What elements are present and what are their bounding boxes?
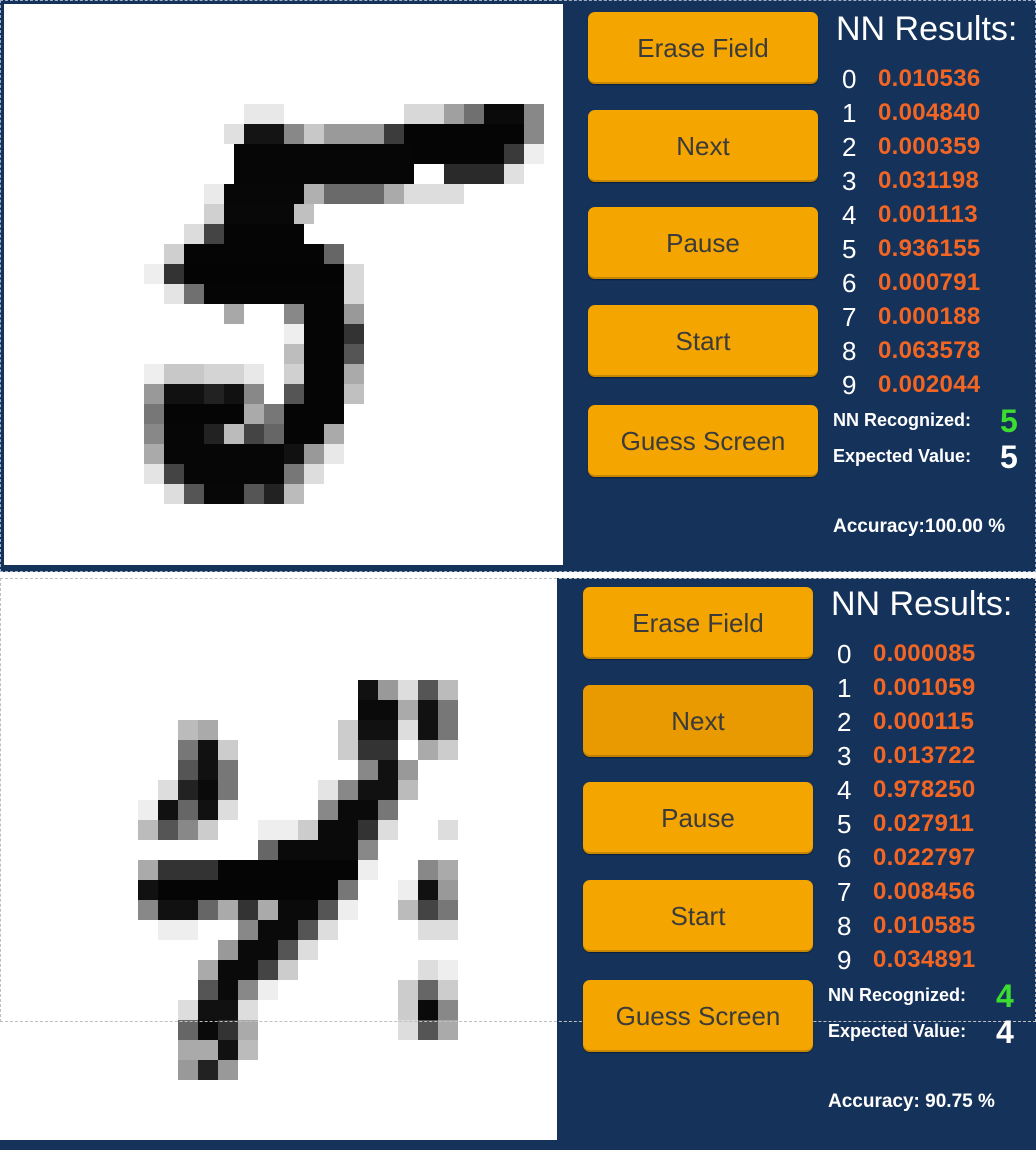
accuracy-text: Accuracy: 90.75 % <box>828 1091 995 1112</box>
result-row-6: 6 0.022797 <box>837 841 976 875</box>
result-row-4: 4 0.001113 <box>842 198 978 232</box>
probability-value: 0.000188 <box>878 303 981 330</box>
result-row-6: 6 0.000791 <box>842 266 981 300</box>
pause-button[interactable]: Pause <box>583 782 813 854</box>
digit-label: 2 <box>837 706 852 737</box>
probability-value: 0.004840 <box>878 99 981 126</box>
digit-label: 6 <box>842 267 857 298</box>
probability-value: 0.001113 <box>878 201 978 228</box>
probability-value: 0.000085 <box>873 640 976 667</box>
results-title: NN Results: <box>836 10 1018 48</box>
probability-value: 0.978250 <box>873 776 976 803</box>
digit-label: 7 <box>837 876 852 907</box>
nn-recognized-value: 4 <box>996 978 1014 1014</box>
nn-panel-2: Erase Field Next Pause Start Guess Scree… <box>0 578 1036 1150</box>
probability-value: 0.063578 <box>878 337 981 364</box>
digit-label: 2 <box>842 131 857 162</box>
expected-value-label: Expected Value: <box>828 1021 967 1041</box>
probability-value: 0.010536 <box>878 65 981 92</box>
digit-label: 5 <box>842 233 857 264</box>
result-row-1: 1 0.001059 <box>837 671 976 705</box>
probability-value: 0.000791 <box>878 269 981 296</box>
digit-4-drawing <box>138 680 458 1080</box>
result-row-8: 8 0.063578 <box>842 334 981 368</box>
next-button[interactable]: Next <box>588 110 818 182</box>
result-row-4: 4 0.978250 <box>837 773 976 807</box>
result-row-7: 7 0.008456 <box>837 875 976 909</box>
result-row-9: 9 0.002044 <box>842 368 981 402</box>
result-row-0: 0 0.010536 <box>842 62 981 96</box>
result-row-9: 9 0.034891 <box>837 943 976 977</box>
pause-button[interactable]: Pause <box>588 207 818 279</box>
probability-value: 0.022797 <box>873 844 976 871</box>
digit-label: 5 <box>837 808 852 839</box>
probability-value: 0.002044 <box>878 371 981 398</box>
digit-label: 0 <box>842 63 857 94</box>
result-row-2: 2 0.000115 <box>837 705 974 739</box>
result-row-7: 7 0.000188 <box>842 300 981 334</box>
probability-value: 0.010585 <box>873 912 976 939</box>
erase-field-button[interactable]: Erase Field <box>588 12 818 84</box>
probability-value: 0.027911 <box>873 810 975 837</box>
digit-label: 4 <box>837 774 852 805</box>
digit-label: 7 <box>842 301 857 332</box>
probability-value: 0.001059 <box>873 674 976 701</box>
result-row-5: 5 0.027911 <box>837 807 974 841</box>
drawing-canvas[interactable] <box>4 4 563 565</box>
start-button[interactable]: Start <box>588 305 818 377</box>
probability-value: 0.936155 <box>878 235 981 262</box>
nn-recognized-label: NN Recognized: <box>833 410 972 430</box>
result-row-8: 8 0.010585 <box>837 909 976 943</box>
probability-value: 0.034891 <box>873 946 976 973</box>
nn-recognized-value: 5 <box>1000 403 1018 439</box>
expected-value: 4 <box>996 1014 1014 1050</box>
result-row-3: 3 0.031198 <box>842 164 979 198</box>
start-button[interactable]: Start <box>583 880 813 952</box>
digit-5-drawing <box>144 104 544 504</box>
probability-value: 0.031198 <box>878 167 980 194</box>
result-row-5: 5 0.936155 <box>842 232 981 266</box>
accuracy-text: Accuracy:100.00 % <box>833 516 1006 537</box>
probability-value: 0.008456 <box>873 878 976 905</box>
digit-label: 9 <box>837 944 852 975</box>
nn-recognized-label: NN Recognized: <box>828 985 967 1005</box>
digit-label: 6 <box>837 842 852 873</box>
digit-label: 4 <box>842 199 857 230</box>
expected-value: 5 <box>1000 439 1018 475</box>
digit-label: 1 <box>842 97 857 128</box>
digit-label: 0 <box>837 638 852 669</box>
drawing-canvas[interactable] <box>0 578 557 1140</box>
digit-label: 1 <box>837 672 852 703</box>
results-title: NN Results: <box>831 585 1013 623</box>
guess-screen-button[interactable]: Guess Screen <box>583 980 813 1052</box>
probability-value: 0.013722 <box>873 742 976 769</box>
digit-label: 9 <box>842 369 857 400</box>
nn-panel-1: Erase Field Next Pause Start Guess Scree… <box>0 0 1036 572</box>
digit-label: 3 <box>842 165 857 196</box>
next-button[interactable]: Next <box>583 685 813 757</box>
result-row-3: 3 0.013722 <box>837 739 976 773</box>
probability-value: 0.000115 <box>873 708 975 735</box>
result-row-2: 2 0.000359 <box>842 130 981 164</box>
probability-value: 0.000359 <box>878 133 981 160</box>
guess-screen-button[interactable]: Guess Screen <box>588 405 818 477</box>
result-row-0: 0 0.000085 <box>837 637 976 671</box>
digit-label: 8 <box>842 335 857 366</box>
digit-label: 8 <box>837 910 852 941</box>
erase-field-button[interactable]: Erase Field <box>583 587 813 659</box>
result-row-1: 1 0.004840 <box>842 96 981 130</box>
expected-value-label: Expected Value: <box>833 446 972 466</box>
digit-label: 3 <box>837 740 852 771</box>
